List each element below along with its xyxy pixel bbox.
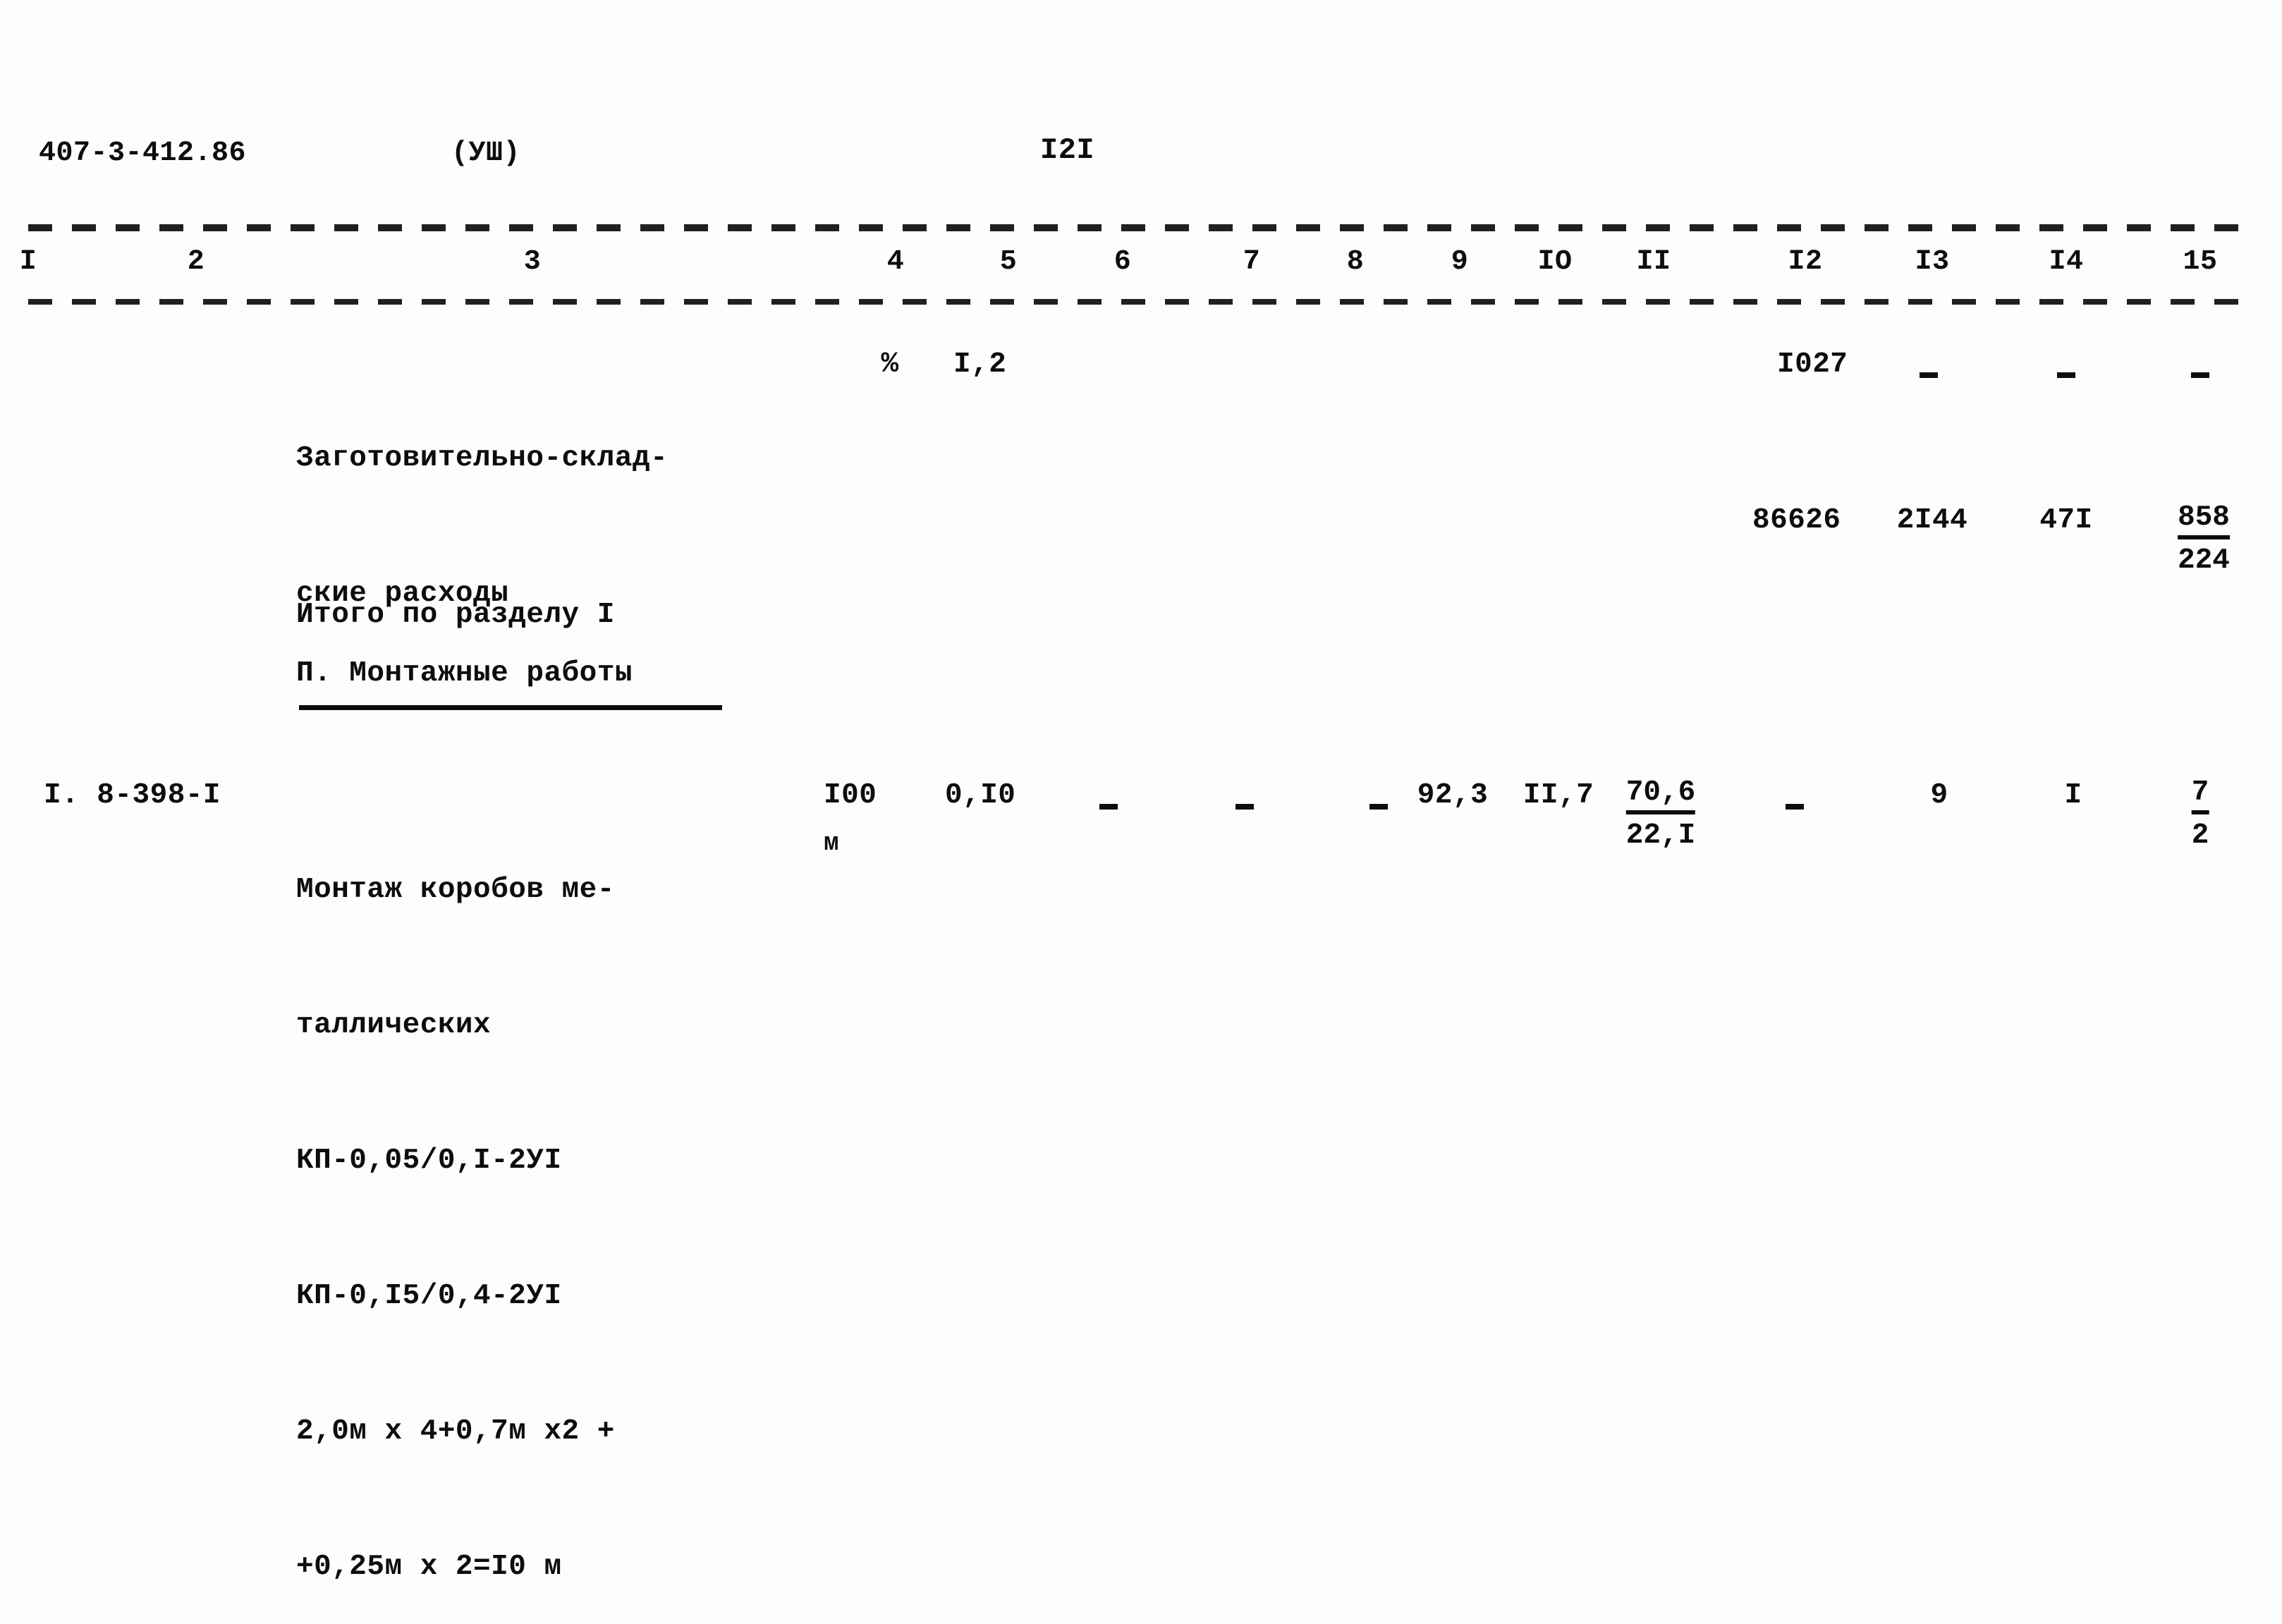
row3-col6-dash (1099, 804, 1118, 810)
column-header-12: I2 (1788, 246, 1823, 278)
row2-col15-denominator: 224 (2178, 544, 2230, 577)
row3-col5: 0,I0 (945, 779, 1016, 812)
sheet-mark: (УШ) (451, 138, 521, 169)
column-header-14: I4 (2049, 246, 2084, 278)
row1-col13-dash (1920, 372, 1938, 378)
row2-col15-numerator: 858 (2178, 503, 2230, 539)
row-description-line: КП-0,I5/0,4-2УI (296, 1280, 562, 1312)
row3-col4: I00 (824, 779, 877, 812)
row2-col15-fraction: 858 224 (2178, 503, 2230, 575)
column-header-6: 6 (1113, 246, 1132, 278)
row3-col11-denominator: 22,I (1625, 819, 1696, 852)
column-header-5: 5 (999, 246, 1018, 278)
column-header-1: I (19, 246, 37, 278)
column-header-3: 3 (523, 246, 542, 278)
row1-col12: I027 (1777, 348, 1848, 381)
row3-col11-numerator: 70,6 (1625, 779, 1696, 814)
column-header-7: 7 (1243, 246, 1261, 278)
row2-col13: 2I44 (1896, 504, 1968, 537)
row3-col9: 92,3 (1417, 779, 1489, 812)
row3-col10: II,7 (1523, 779, 1594, 812)
column-header-8: 8 (1346, 246, 1365, 278)
column-header-4: 4 (886, 246, 905, 278)
row-description-line: Монтаж коробов ме- (296, 874, 615, 906)
row1-col5: I,2 (953, 348, 1007, 381)
column-header-2: 2 (187, 246, 205, 278)
row-description-line: Заготовительно-склад- (296, 442, 669, 475)
row-description-line: КП-0,05/0,I-2УI (296, 1144, 562, 1177)
column-header-9: 9 (1451, 246, 1469, 278)
row-description-line: +0,25м х 2=I0 м (296, 1551, 562, 1583)
row1-col15-dash (2191, 372, 2209, 378)
row2-col12: 86626 (1752, 504, 1841, 537)
row3-col15-denominator: 2 (2191, 819, 2209, 852)
row-description-line: таллических (296, 1009, 492, 1042)
row3-col8-dash (1369, 804, 1388, 810)
row-description-line: 2,0м х 4+0,7м х2 + (296, 1415, 615, 1448)
row3-col13: 9 (1930, 779, 1948, 812)
row3-col4-unit: м (824, 829, 840, 857)
section-title: П. Монтажные работы (296, 657, 633, 690)
row3-col7-dash (1235, 804, 1254, 810)
row2-col14: 47I (2039, 504, 2093, 537)
column-header-11: II (1636, 246, 1671, 278)
row3-col15-fraction: 7 2 (2191, 779, 2209, 852)
row-description-line: Итого по разделу I (296, 599, 615, 631)
row1-col4: % (881, 348, 899, 381)
row1-col14-dash (2057, 372, 2075, 378)
column-header-13: I3 (1915, 246, 1950, 278)
row3-code: I. 8-398-I (44, 779, 221, 812)
row3-col12-dash (1786, 804, 1804, 810)
row3-col15-numerator: 7 (2191, 779, 2209, 814)
document-code: 407-3-412.86 (39, 138, 247, 169)
table-row: Монтаж коробов ме- таллических КП-0,05/0… (296, 777, 615, 1624)
document-page: 407-3-412.86 (УШ) I2I I 2 3 4 5 6 7 8 9 … (0, 0, 2282, 1624)
column-header-10: IO (1537, 246, 1573, 278)
table-top-rule (28, 224, 2257, 231)
table-row: Итого по разделу I (296, 502, 615, 728)
row3-col11-fraction: 70,6 22,I (1625, 779, 1696, 852)
table-header-rule (28, 299, 2257, 305)
section-title-underline (299, 705, 722, 710)
column-header-15: 15 (2183, 246, 2218, 278)
row3-col14: I (2064, 779, 2082, 812)
page-number: I2I (1040, 133, 1095, 167)
